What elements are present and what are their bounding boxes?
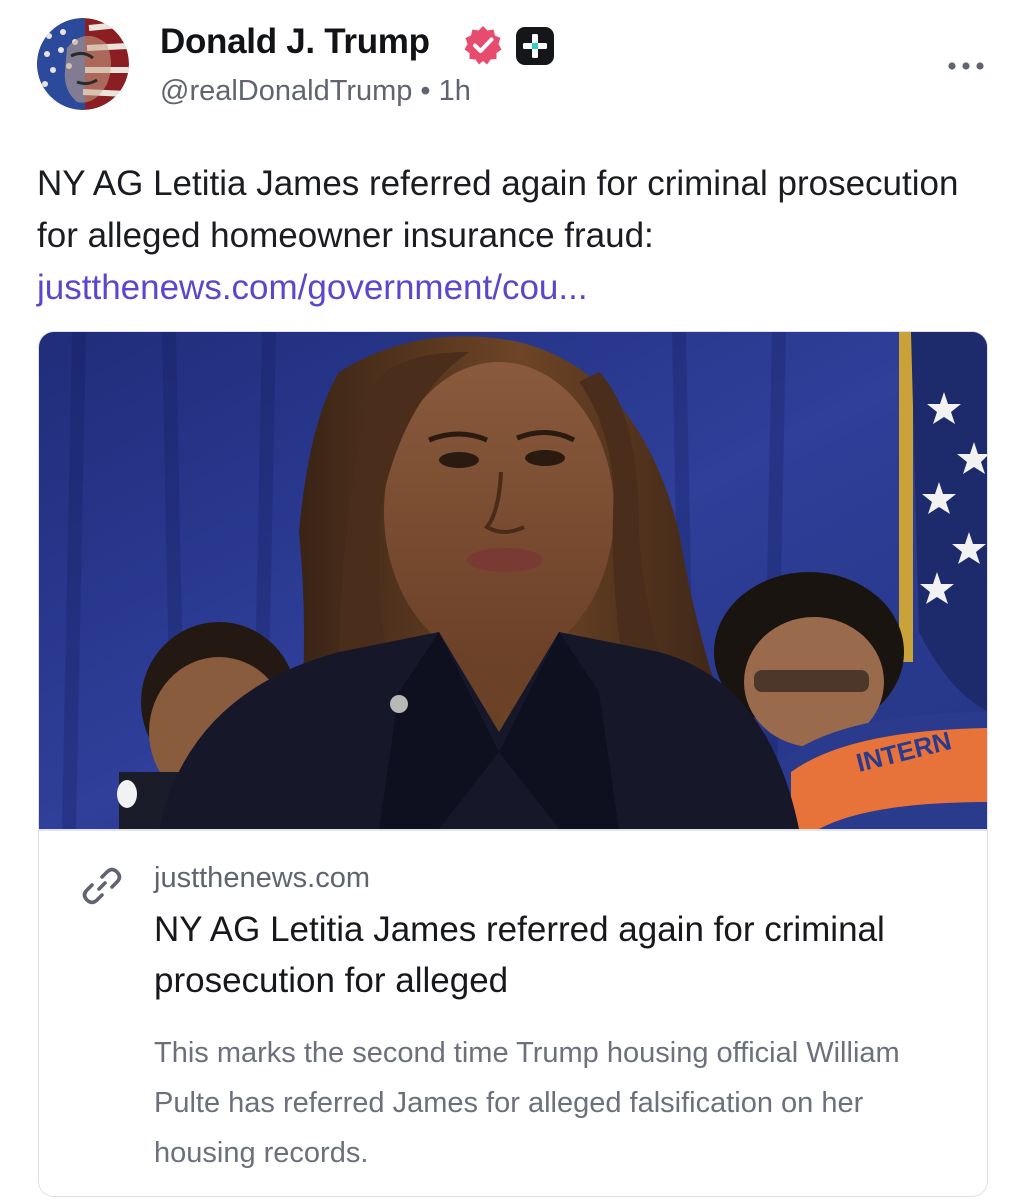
card-domain: justthenews.com	[154, 862, 370, 894]
link-preview-card[interactable]: INTERN justthenews.com NY AG Letitia Jam…	[38, 331, 988, 1197]
card-title: NY AG Letitia James referred again for c…	[154, 910, 885, 1000]
post: Donald J. Trump @realDonaldTrump • 1h NY A…	[0, 0, 1029, 1200]
meta-separator: •	[420, 75, 431, 107]
post-timestamp[interactable]: 1h	[439, 75, 471, 107]
post-body: NY AG Letitia James referred again for c…	[37, 158, 987, 314]
author-avatar[interactable]	[37, 18, 129, 110]
card-divider	[39, 829, 987, 831]
link-icon	[82, 867, 122, 905]
card-description: This marks the second time Trump housing…	[154, 1037, 900, 1169]
post-text: NY AG Letitia James referred again for c…	[37, 164, 959, 255]
verified-badge-icon	[464, 26, 502, 65]
card-image: INTERN	[39, 332, 987, 829]
more-options-icon[interactable]	[945, 56, 987, 76]
post-link[interactable]: justthenews.com/government/cou...	[37, 268, 588, 307]
author-meta: @realDonaldTrump • 1h	[160, 75, 471, 108]
author-handle[interactable]: @realDonaldTrump	[160, 75, 412, 107]
avatar-image	[37, 18, 129, 110]
plus-badge-icon	[516, 27, 554, 65]
author-display-name[interactable]: Donald J. Trump	[160, 22, 430, 62]
